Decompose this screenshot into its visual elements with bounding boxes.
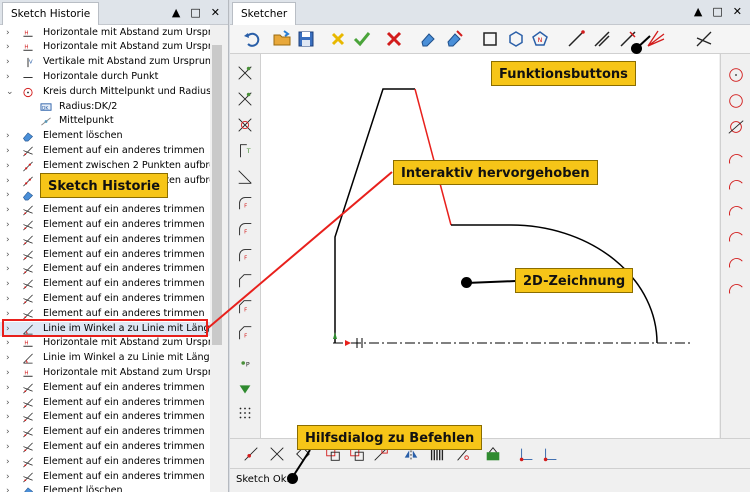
callout-pointer-dot xyxy=(287,473,298,484)
callout-2d-drawing: 2D-Zeichnung xyxy=(515,268,634,293)
callout-pointer-dot xyxy=(631,43,642,54)
callout-pointer-dot xyxy=(461,277,472,288)
callout-function-buttons: Funktionsbuttons xyxy=(491,61,636,86)
callout-help-dialog: Hilfsdialog zu Befehlen xyxy=(297,425,483,450)
callout-highlighted: Interaktiv hervorgehoben xyxy=(393,160,598,185)
callout-connectors xyxy=(207,35,651,479)
callout-sketch-history: Sketch Historie xyxy=(40,173,169,198)
